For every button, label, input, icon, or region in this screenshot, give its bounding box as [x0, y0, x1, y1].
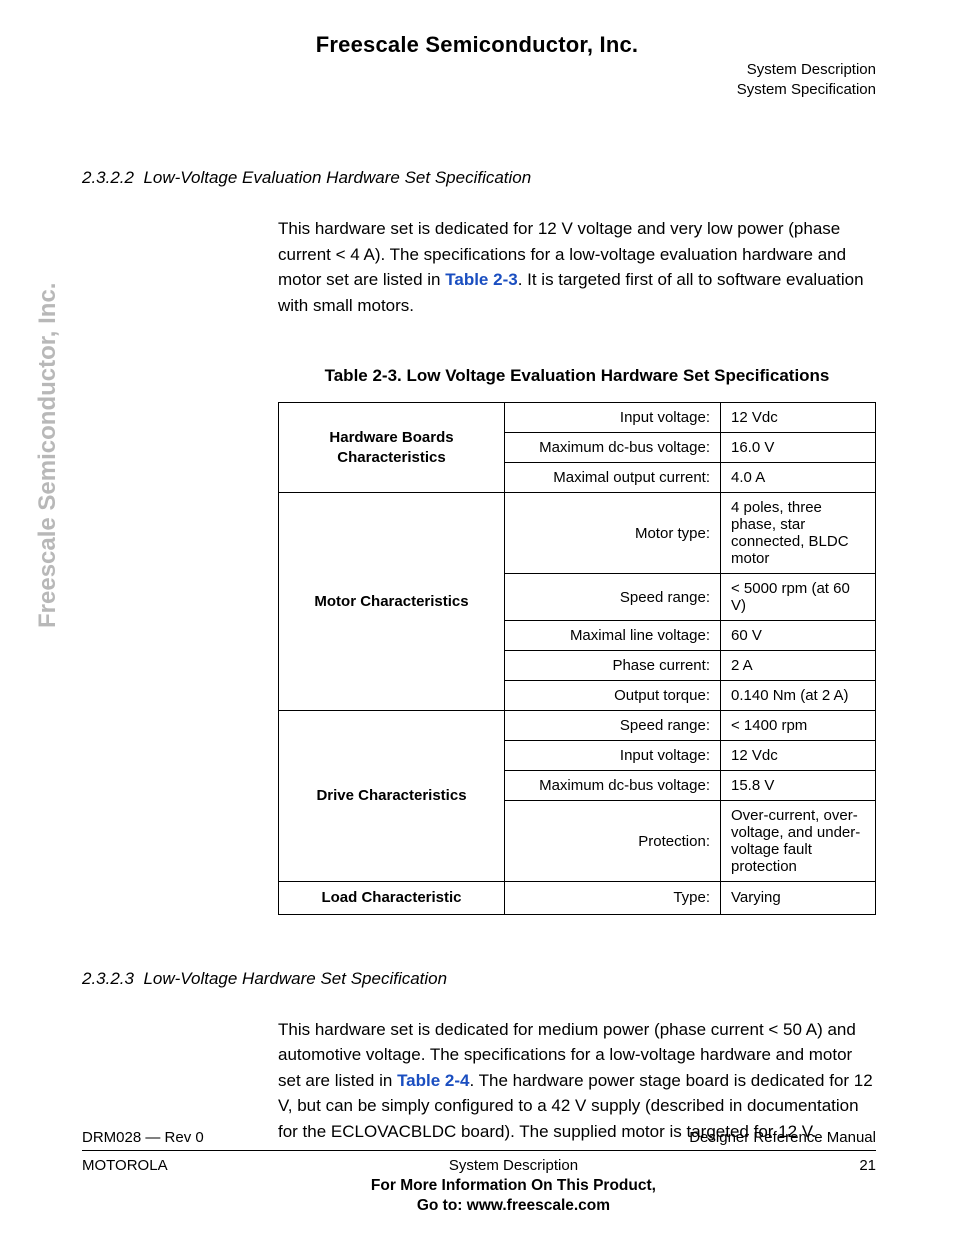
table-param: Type: — [505, 882, 721, 915]
footer-page-number: 21 — [859, 1157, 876, 1174]
table-param: Input voltage: — [505, 403, 721, 433]
table-row: Motor CharacteristicsMotor type:4 poles,… — [279, 493, 876, 574]
table-group-label: Load Characteristic — [279, 882, 505, 915]
side-watermark: Freescale Semiconductor, Inc. — [34, 283, 62, 628]
xref-table-2-4[interactable]: Table 2-4 — [397, 1071, 469, 1090]
subsection-number: 2.3.2.3 — [82, 969, 134, 988]
table-param: Maximum dc-bus voltage: — [505, 433, 721, 463]
table-value: 60 V — [721, 621, 876, 651]
footer-more-line2: Go to: www.freescale.com — [168, 1196, 860, 1215]
page-header-company: Freescale Semiconductor, Inc. — [0, 32, 954, 58]
table-row: Load CharacteristicType:Varying — [279, 882, 876, 915]
table-param: Output torque: — [505, 681, 721, 711]
table-param: Phase current: — [505, 651, 721, 681]
table-row: Drive CharacteristicsSpeed range:< 1400 … — [279, 711, 876, 741]
subsection-heading-2322: 2.3.2.2 Low-Voltage Evaluation Hardware … — [82, 168, 876, 188]
table-2-3-caption: Table 2-3. Low Voltage Evaluation Hardwa… — [278, 366, 876, 386]
paragraph-s1: This hardware set is dedicated for 12 V … — [278, 216, 876, 318]
footer-manual: Designer Reference Manual — [689, 1129, 876, 1146]
paragraph-s2: This hardware set is dedicated for mediu… — [278, 1017, 876, 1145]
xref-table-2-3[interactable]: Table 2-3 — [445, 270, 517, 289]
table-2-3: Hardware Boards CharacteristicsInput vol… — [278, 402, 876, 915]
table-value: < 5000 rpm (at 60 V) — [721, 574, 876, 621]
table-param: Protection: — [505, 801, 721, 882]
subsection-number: 2.3.2.2 — [82, 168, 134, 187]
header-section: System Description — [737, 60, 876, 80]
table-value: 4 poles, three phase, star connected, BL… — [721, 493, 876, 574]
table-value: 12 Vdc — [721, 741, 876, 771]
table-value: 15.8 V — [721, 771, 876, 801]
table-value: 2 A — [721, 651, 876, 681]
table-param: Maximal line voltage: — [505, 621, 721, 651]
table-param: Speed range: — [505, 711, 721, 741]
header-subsection: System Specification — [737, 80, 876, 100]
footer-docrev: DRM028 — Rev 0 — [82, 1129, 204, 1146]
page-footer: DRM028 — Rev 0 Designer Reference Manual… — [82, 1129, 876, 1215]
table-value: 0.140 Nm (at 2 A) — [721, 681, 876, 711]
table-value: Over-current, over-voltage, and under-vo… — [721, 801, 876, 882]
page-header-right: System Description System Specification — [737, 60, 876, 101]
subsection-title: Low-Voltage Evaluation Hardware Set Spec… — [143, 168, 531, 187]
table-value: 4.0 A — [721, 463, 876, 493]
table-param: Maximal output current: — [505, 463, 721, 493]
table-value: 12 Vdc — [721, 403, 876, 433]
table-row: Hardware Boards CharacteristicsInput vol… — [279, 403, 876, 433]
table-value: < 1400 rpm — [721, 711, 876, 741]
table-param: Speed range: — [505, 574, 721, 621]
table-group-label: Motor Characteristics — [279, 493, 505, 711]
footer-section: System Description — [168, 1157, 860, 1174]
footer-more-line1: For More Information On This Product, — [168, 1176, 860, 1195]
table-group-label: Drive Characteristics — [279, 711, 505, 882]
subsection-title: Low-Voltage Hardware Set Specification — [143, 969, 447, 988]
table-value: Varying — [721, 882, 876, 915]
footer-vendor: MOTOROLA — [82, 1157, 168, 1174]
table-value: 16.0 V — [721, 433, 876, 463]
table-group-label: Hardware Boards Characteristics — [279, 403, 505, 493]
table-param: Motor type: — [505, 493, 721, 574]
subsection-heading-2323: 2.3.2.3 Low-Voltage Hardware Set Specifi… — [82, 969, 876, 989]
table-param: Input voltage: — [505, 741, 721, 771]
table-param: Maximum dc-bus voltage: — [505, 771, 721, 801]
